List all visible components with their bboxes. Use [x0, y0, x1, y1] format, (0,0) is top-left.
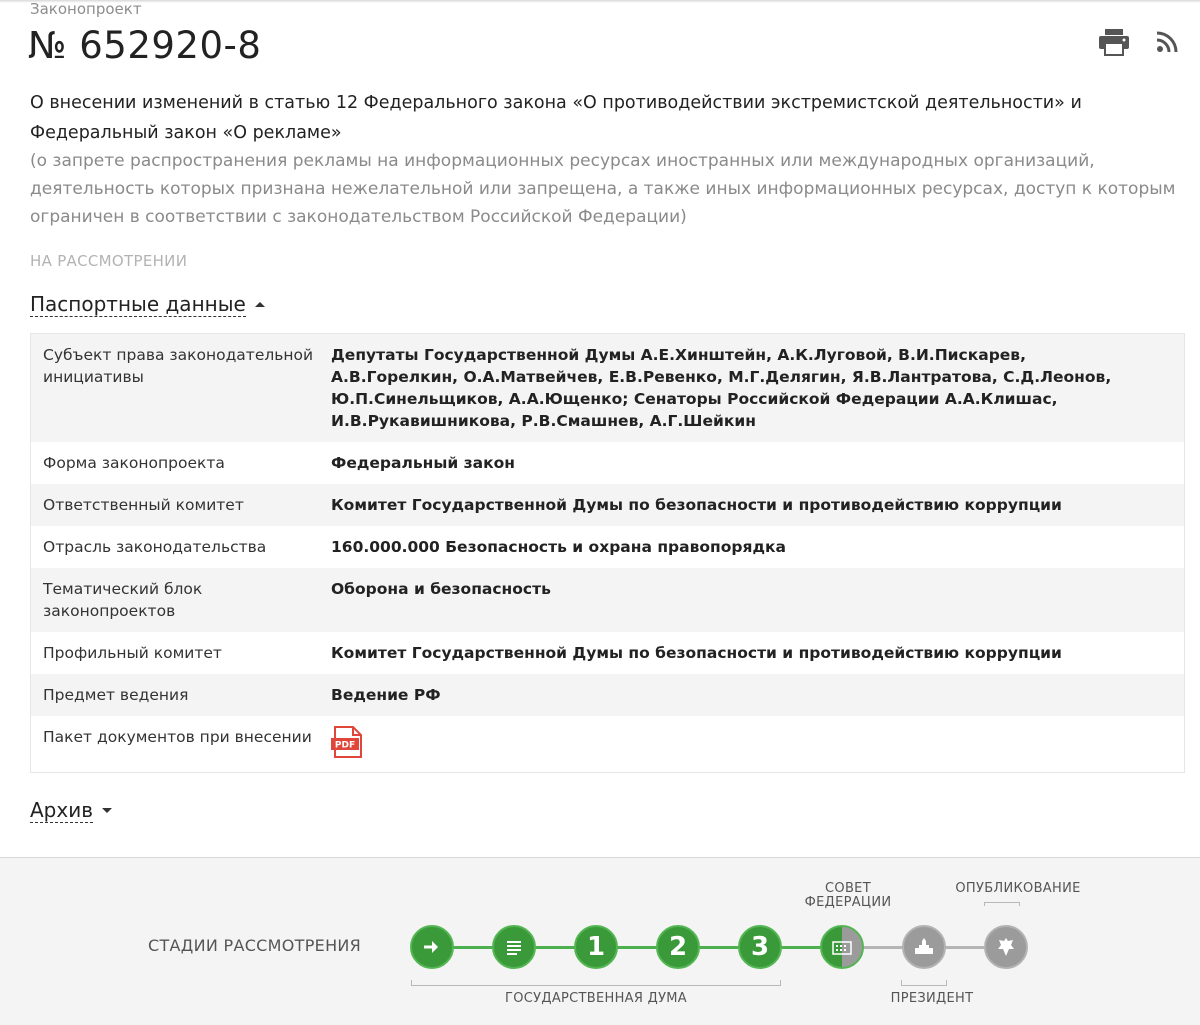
row-value: PDF [331, 726, 1151, 758]
table-row: Ответственный комитет Комитет Государств… [31, 484, 1184, 526]
document-list-icon [507, 941, 521, 955]
duma-bracket [411, 980, 781, 986]
table-row: Форма законопроекта Федеральный закон [31, 442, 1184, 484]
president-label: ПРЕЗИДЕНТ [890, 991, 974, 1006]
row-key: Пакет документов при внесении [43, 728, 312, 746]
publication-label: ОПУБЛИКОВАНИЕ [955, 881, 1081, 896]
stages-label: СТАДИИ РАССМОТРЕНИЯ [148, 936, 362, 955]
row-key: Предмет ведения [43, 686, 189, 704]
row-value: Комитет Государственной Думы по безопасн… [331, 644, 1062, 662]
row-value: 160.000.000 Безопасность и охрана правоп… [331, 538, 786, 556]
parliament-icon [832, 941, 852, 955]
rss-icon[interactable] [1156, 31, 1178, 53]
archive-toggle[interactable]: Архив [30, 798, 112, 823]
stage-publication[interactable] [984, 925, 1028, 969]
bill-subtitle: (о запрете распространения рекламы на ин… [30, 151, 1176, 227]
stage-reading-2[interactable]: 2 [656, 925, 700, 969]
stage-preliminary[interactable] [492, 925, 536, 969]
table-row: Тематический блок законопроектов Оборона… [31, 568, 1184, 632]
top-shadow [0, 0, 1200, 3]
pdf-file-icon[interactable]: PDF [331, 726, 365, 758]
row-key: Тематический блок законопроектов [43, 580, 203, 620]
passport-table: Субъект права законодательной инициативы… [30, 333, 1185, 773]
archive-toggle-label: Архив [30, 798, 93, 823]
bill-title: О внесении изменений в статью 12 Федерал… [30, 93, 1082, 143]
breadcrumb: Законопроект [30, 0, 142, 18]
stage-federation-council[interactable] [820, 925, 864, 969]
caret-up-icon [254, 302, 265, 307]
table-row: Пакет документов при внесении PDF [31, 716, 1184, 772]
stage-introduction[interactable] [410, 925, 454, 969]
stage-reading-3[interactable]: 3 [738, 925, 782, 969]
emblem-icon [998, 938, 1014, 956]
row-value: Комитет Государственной Думы по безопасн… [331, 496, 1062, 514]
president-bracket [901, 980, 947, 986]
table-row: Отрасль законодательства 160.000.000 Без… [31, 526, 1184, 568]
arrow-right-icon [424, 941, 438, 953]
passport-toggle[interactable]: Паспортные данные [30, 292, 265, 317]
caret-down-icon [102, 808, 112, 813]
row-value: Оборона и безопасность [331, 580, 551, 598]
bill-number: № 652920-8 [28, 24, 262, 67]
row-key: Отрасль законодательства [43, 538, 267, 556]
row-key: Субъект права законодательной инициативы [43, 346, 314, 386]
duma-label: ГОСУДАРСТВЕННАЯ ДУМА [505, 991, 687, 1006]
kremlin-icon [915, 938, 933, 954]
stages-panel: СТАДИИ РАССМОТРЕНИЯ СОВЕТ ФЕДЕРАЦИИ ОПУБ… [0, 857, 1200, 1025]
row-key: Ответственный комитет [43, 496, 244, 514]
status-label: НА РАССМОТРЕНИИ [30, 252, 188, 270]
table-row: Предмет ведения Ведение РФ [31, 674, 1184, 716]
publication-bracket [984, 902, 1020, 906]
pdf-label: PDF [335, 741, 355, 751]
stage-president[interactable] [902, 925, 946, 969]
council-label: СОВЕТ ФЕДЕРАЦИИ [804, 881, 892, 910]
row-key: Форма законопроекта [43, 454, 225, 472]
stage-reading-1[interactable]: 1 [574, 925, 618, 969]
row-value: Депутаты Государственной Думы А.Е.Хинште… [331, 346, 1112, 430]
passport-toggle-label: Паспортные данные [30, 292, 246, 317]
table-row: Профильный комитет Комитет Государственн… [31, 632, 1184, 674]
row-value: Федеральный закон [331, 454, 515, 472]
row-key: Профильный комитет [43, 644, 222, 662]
print-icon[interactable] [1098, 28, 1130, 56]
row-value: Ведение РФ [331, 686, 441, 704]
table-row: Субъект права законодательной инициативы… [31, 334, 1184, 442]
